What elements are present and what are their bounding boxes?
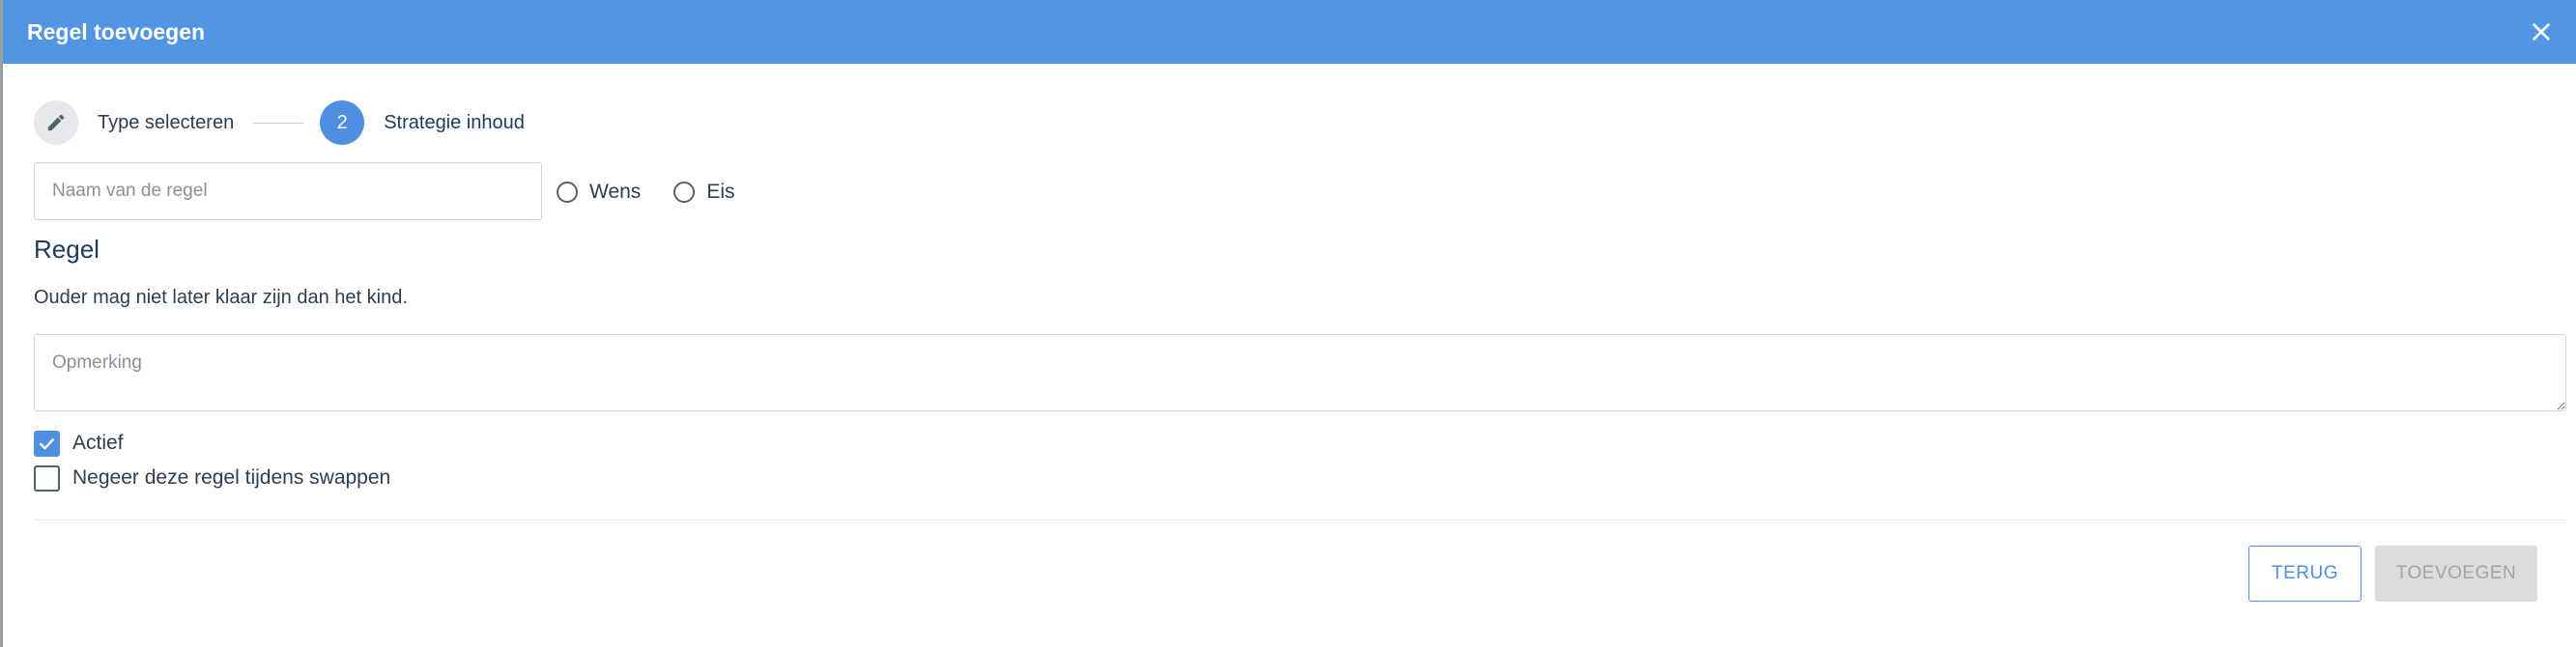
rule-name-input[interactable] — [34, 162, 542, 220]
add-button[interactable]: TOEVOEGEN — [2375, 546, 2537, 602]
checkbox-checked-icon[interactable] — [34, 430, 60, 457]
dialog-title: Regel toevoegen — [27, 18, 206, 44]
radio-button-icon[interactable] — [557, 182, 578, 203]
step-2-label: Strategie inhoud — [384, 111, 525, 133]
radio-eis[interactable]: Eis — [673, 181, 735, 204]
dialog-header: Regel toevoegen — [3, 0, 2576, 64]
back-button[interactable]: TERUG — [2248, 546, 2361, 602]
radio-wens[interactable]: Wens — [557, 181, 641, 204]
remark-textarea[interactable] — [34, 334, 2566, 411]
step-2-number: 2 — [320, 100, 365, 145]
radio-button-icon[interactable] — [673, 182, 696, 203]
wish-requirement-radio-group: Wens Eis — [557, 176, 768, 209]
step-1-label[interactable]: Type selecteren — [98, 112, 234, 134]
section-title: Regel — [34, 235, 100, 264]
step-1-pencil-icon[interactable] — [34, 100, 78, 145]
checkbox-ignore-swapping[interactable]: Negeer deze regel tijdens swappen — [34, 464, 390, 492]
add-rule-dialog: Regel toevoegen Type selecteren 2 Strate… — [0, 0, 2576, 647]
checkbox-actief-label[interactable]: Actief — [72, 432, 124, 455]
close-icon[interactable] — [2527, 17, 2556, 46]
checkbox-ignore-swapping-label[interactable]: Negeer deze regel tijdens swappen — [72, 466, 390, 490]
stepper: Type selecteren 2 Strategie inhoud — [34, 100, 525, 145]
checkbox-actief[interactable]: Actief — [34, 430, 124, 457]
rule-description: Ouder mag niet later klaar zijn dan het … — [34, 287, 408, 308]
step-connector — [253, 122, 304, 124]
radio-wens-label[interactable]: Wens — [589, 181, 641, 204]
checkbox-unchecked-icon[interactable] — [34, 464, 60, 492]
radio-eis-label[interactable]: Eis — [706, 181, 734, 204]
